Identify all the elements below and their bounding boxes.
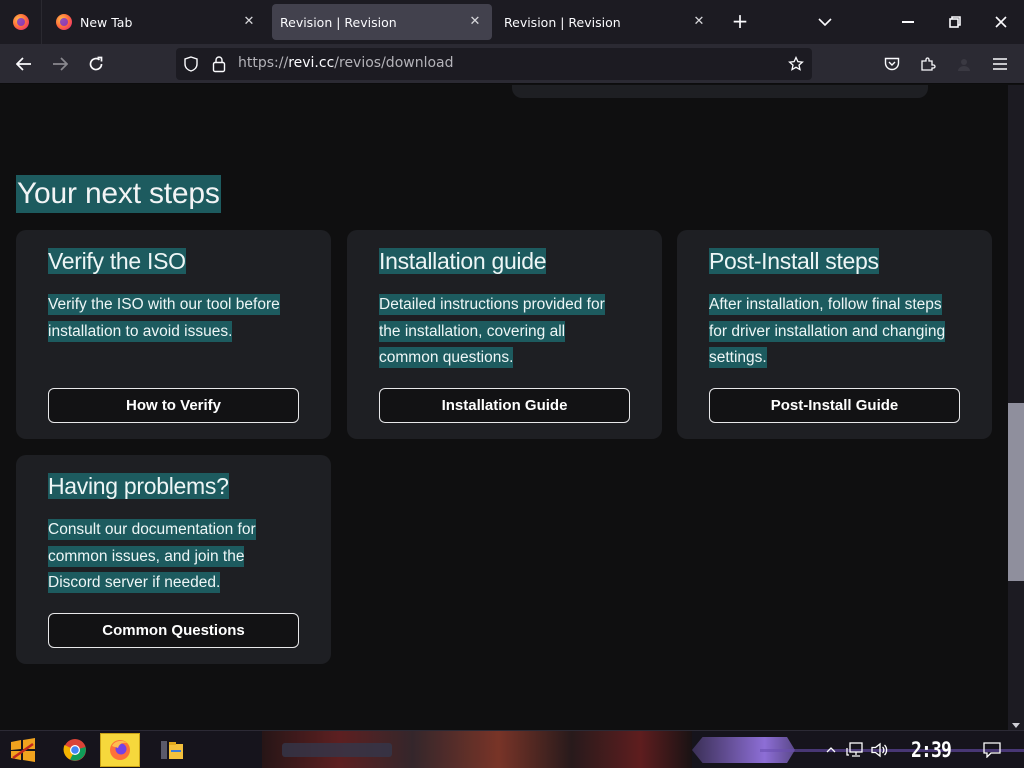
start-icon[interactable] [6,735,40,765]
window-close-icon[interactable] [977,0,1024,44]
how-to-verify-button[interactable]: How to Verify [48,388,299,423]
url-text[interactable]: https://revi.cc/revios/download [238,55,454,71]
volume-icon[interactable] [870,740,890,760]
network-icon[interactable] [846,740,864,760]
extensions-puzzle-icon[interactable] [916,52,940,76]
post-install-guide-button[interactable]: Post-Install Guide [709,388,960,423]
card-description-line: common questions. [379,347,514,368]
card-title: Having problems? [48,473,229,499]
chrome-icon[interactable] [55,733,95,767]
tab-title: New Tab [80,14,133,30]
file-explorer-icon[interactable] [152,733,192,767]
card-description-line: installation to avoid issues. [48,320,233,342]
url-host: revi.cc [288,55,335,71]
list-all-tabs-chevron-icon[interactable] [812,10,838,34]
page-content: Your next steps Verify the ISO Verify th… [0,85,1008,715]
window-minimize-icon[interactable] [884,0,932,44]
forward-arrow-icon[interactable] [46,50,74,78]
bookmark-star-icon[interactable] [786,54,806,74]
firefox-icon [56,14,72,30]
tracking-protection-shield-icon[interactable] [184,56,198,76]
card-description-line: After installation, follow final steps [709,294,942,315]
card-having-problems: Having problems? Consult our documentati… [16,455,331,664]
card-description-line: common issues, and join the [48,545,245,567]
card-verify-iso: Verify the ISO Verify the ISO with our t… [16,230,331,439]
card-description: Consult our documentation for common iss… [48,517,308,597]
card-description: Detailed instructions provided for the i… [379,292,639,372]
tab-close-icon[interactable]: ✕ [240,13,258,31]
notification-center-icon[interactable] [982,740,1002,760]
tab-strip: New Tab ✕ Revision | Revision ✕ Revision… [0,0,1024,44]
card-description-line: Consult our documentation for [48,519,256,540]
scrollbar-thumb[interactable] [1008,403,1024,581]
card-description: After installation, follow final steps f… [709,292,969,372]
tab-close-icon[interactable]: ✕ [466,13,484,31]
taskbar-wallpaper-strip [262,731,692,768]
card-description-line: Detailed instructions provided for [379,294,605,315]
firefox-icon[interactable] [100,733,140,767]
tab-title: Revision | Revision [504,14,621,30]
installation-guide-button[interactable]: Installation Guide [379,388,630,423]
tab-revision-active[interactable]: Revision | Revision ✕ [272,4,492,40]
navigation-toolbar: https://revi.cc/revios/download [0,44,1024,84]
window-restore-icon[interactable] [931,0,979,44]
card-description-line: Verify the ISO with our tool before [48,294,280,315]
card-installation-guide: Installation guide Detailed instructions… [347,230,662,439]
card-post-install-steps: Post-Install steps After installation, f… [677,230,992,439]
tab-close-icon[interactable]: ✕ [690,13,708,31]
firefox-view-button[interactable] [0,0,42,44]
tab-revision[interactable]: Revision | Revision ✕ [494,4,716,40]
card-description-line: the installation, covering all [379,320,566,342]
tab-new-tab[interactable]: New Tab ✕ [44,4,266,40]
card-title: Post-Install steps [709,248,879,274]
card-title: Installation guide [379,248,547,274]
account-icon[interactable] [952,52,976,76]
common-questions-button[interactable]: Common Questions [48,613,299,648]
card-description-line: Discord server if needed. [48,572,221,593]
back-arrow-icon[interactable] [10,50,38,78]
url-path: /revios/download [334,55,454,71]
scroll-down-arrow-icon[interactable] [1011,715,1021,728]
card-description-line: for driver installation and changing [709,320,946,342]
card-title: Verify the ISO [48,248,186,274]
section-title: Your next steps [16,175,221,213]
card-description: Verify the ISO with our tool before inst… [48,292,308,345]
page-scrollbar[interactable] [1008,85,1024,730]
previous-card-bottom-edge [512,85,928,98]
firefox-icon [12,14,29,30]
taskbar-clock[interactable]: 2:39 AM [901,734,961,766]
tab-title: Revision | Revision [280,14,397,30]
new-tab-plus-icon[interactable]: + [728,10,752,34]
hamburger-menu-icon[interactable] [988,52,1012,76]
url-scheme: https:// [238,55,289,71]
pocket-icon[interactable] [880,52,904,76]
card-description-line: settings. [709,347,767,368]
lock-icon[interactable] [212,55,226,77]
address-bar[interactable]: https://revi.cc/revios/download [176,48,812,80]
reload-icon[interactable] [82,50,110,78]
show-hidden-icons-chevron-icon[interactable] [824,740,838,760]
os-taskbar: 2:39 AM [0,730,1024,768]
